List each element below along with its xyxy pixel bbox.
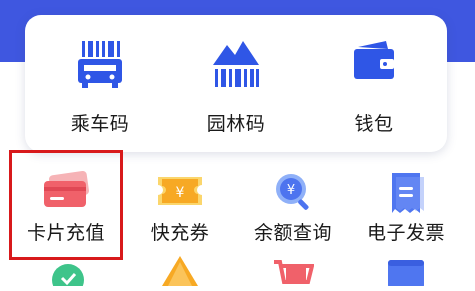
bus-qr-code-label: 乘车码	[70, 114, 130, 135]
green-circle-icon[interactable]	[50, 256, 86, 291]
card-recharge-icon	[40, 170, 92, 216]
wallet-icon	[350, 37, 398, 92]
card-recharge-label: 卡片充值	[26, 223, 105, 244]
balance-query-button[interactable]: ¥ 余额查询	[238, 163, 348, 253]
card-recharge-button[interactable]: 卡片充值	[11, 163, 121, 253]
cart-icon[interactable]	[270, 256, 315, 291]
orange-triangle-icon[interactable]	[160, 256, 200, 291]
bus-qr-code-button[interactable]: 乘车码	[45, 37, 155, 137]
quick-recharge-coupon-icon: ¥	[154, 171, 206, 216]
bus-qr-code-icon	[76, 37, 124, 94]
svg-text:¥: ¥	[176, 185, 185, 201]
garden-pass-icon	[211, 37, 261, 94]
e-invoice-icon	[384, 171, 428, 222]
svg-text:¥: ¥	[287, 183, 295, 198]
wallet-button[interactable]: 钱包	[319, 37, 429, 137]
quick-recharge-coupon-button[interactable]: ¥ 快充券	[125, 163, 235, 253]
quick-recharge-coupon-label: 快充券	[150, 223, 210, 244]
e-invoice-button[interactable]: 电子发票	[351, 163, 461, 253]
balance-query-label: 余额查询	[253, 223, 332, 244]
e-invoice-label: 电子发票	[366, 223, 445, 244]
quick-access-card: 乘车码 园林码 钱包	[25, 15, 447, 152]
balance-query-icon: ¥	[271, 171, 315, 220]
garden-pass-button[interactable]: 园林码	[181, 37, 291, 137]
wallet-label: 钱包	[354, 114, 394, 135]
blue-document-icon[interactable]	[386, 256, 426, 291]
garden-pass-label: 园林码	[206, 114, 266, 135]
